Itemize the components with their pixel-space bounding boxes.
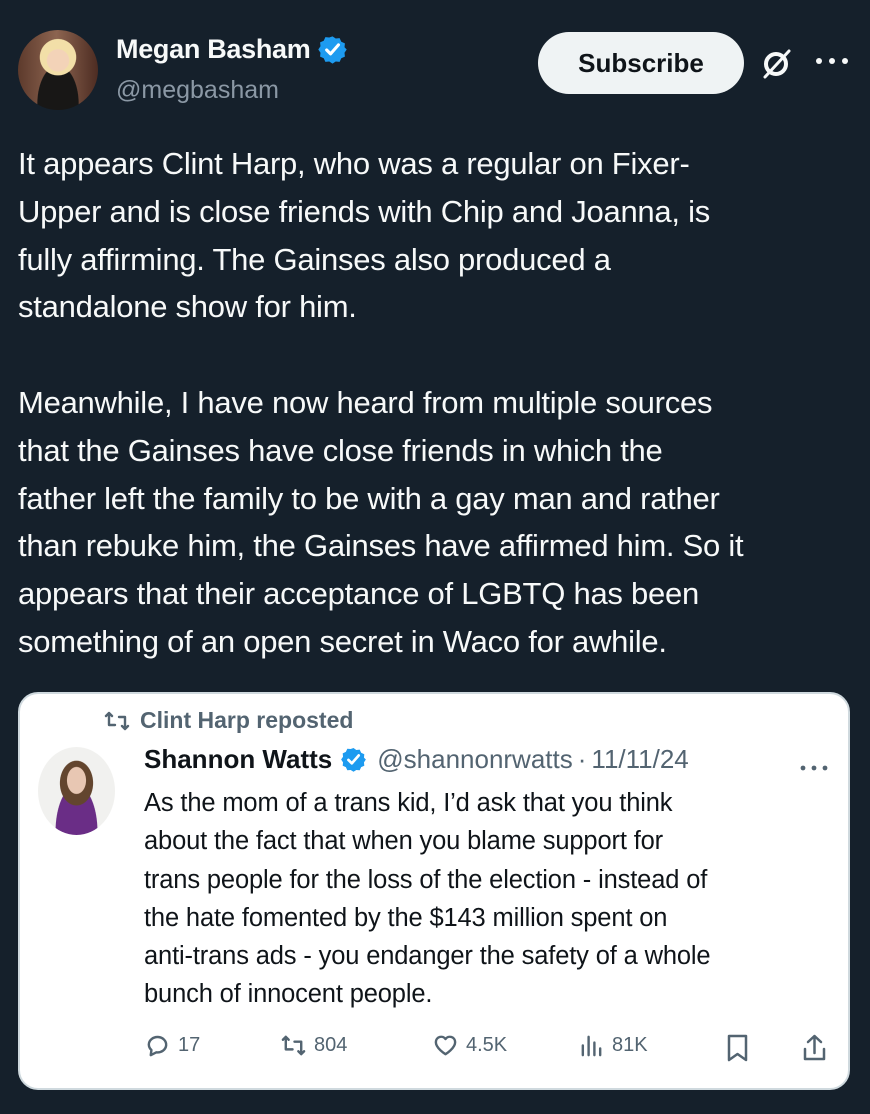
reposted-label: Clint Harp reposted [140,707,354,733]
author-name-row[interactable]: Megan Basham [116,34,348,65]
author-avatar[interactable] [18,30,98,110]
quoted-author-row: Shannon Watts @shannonrwatts · 11/11/24 [144,744,689,775]
views-icon [581,1035,602,1057]
separator-dot: · [577,744,587,774]
repost-action[interactable]: 804 [280,1032,347,1059]
reply-icon [147,1035,168,1057]
more-options-icon[interactable] [814,54,850,68]
grok-icon[interactable] [758,46,794,82]
post-text: It appears Clint Harp, who was a regular… [18,146,744,659]
quoted-author-avatar[interactable] [38,747,115,835]
author-handle[interactable]: @megbasham [116,76,279,105]
post-header: Megan Basham @megbasham Subscribe [18,30,852,114]
quoted-author-name[interactable]: Shannon Watts [144,744,332,775]
subscribe-button[interactable]: Subscribe [538,32,744,94]
quoted-post-text: As the mom of a trans kid, I’d ask that … [144,789,711,1009]
like-action[interactable]: 4.5K [432,1032,507,1059]
bookmark-icon[interactable] [724,1033,751,1063]
repost-context[interactable]: Clint Harp reposted [104,707,353,734]
repost-icon [104,711,130,730]
like-icon [434,1035,457,1056]
quoted-post-actions: 17 804 4.5K 81K [144,1032,834,1064]
verified-badge-icon [341,748,367,772]
more-options-icon[interactable] [798,762,830,774]
views-action[interactable]: 81K [578,1032,648,1059]
author-name[interactable]: Megan Basham [116,34,311,65]
like-count: 4.5K [466,1034,508,1056]
quoted-author-handle[interactable]: @shannonrwatts [377,744,573,775]
views-count: 81K [612,1034,648,1056]
repost-count: 804 [314,1034,348,1056]
verified-badge-icon [318,36,348,64]
quoted-post-card[interactable]: Clint Harp reposted Shannon Watts @shann… [18,692,850,1090]
reply-action[interactable]: 17 [144,1032,200,1059]
quoted-post-date[interactable]: 11/11/24 [591,744,688,775]
repost-icon [281,1035,306,1056]
share-icon[interactable] [800,1033,829,1063]
reply-count: 17 [178,1034,201,1056]
